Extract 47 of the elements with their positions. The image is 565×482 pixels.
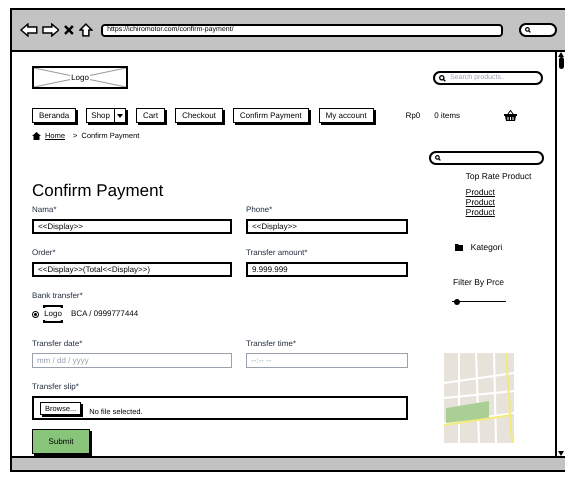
category-label: Kategori: [470, 241, 502, 254]
folder-icon: [454, 244, 463, 251]
field-label: Transfer time*: [246, 338, 296, 350]
slider-thumb[interactable]: [454, 298, 460, 304]
close-icon[interactable]: [63, 24, 76, 36]
bank-account-label: BCA / 0999777444: [71, 308, 138, 320]
sidebar-heading: Top Rate Product: [466, 170, 532, 183]
input-field[interactable]: 9.999.999: [246, 262, 408, 278]
nav-dropdown[interactable]: Shop: [86, 108, 126, 123]
field-label: Transfer date*: [32, 338, 82, 350]
search-icon: [439, 74, 446, 82]
sidebar-heading: Filter By Prce: [452, 276, 504, 288]
cart-items: 0 items: [434, 110, 460, 122]
home-icon[interactable]: [32, 132, 41, 140]
input-field[interactable]: <<Display>>: [32, 219, 232, 234]
back-icon[interactable]: [20, 23, 38, 37]
search-icon: [525, 27, 532, 33]
page-title: Confirm Payment: [32, 181, 164, 202]
logo-label: Logo: [70, 72, 90, 84]
caret-icon: [116, 114, 123, 118]
browser-search-field[interactable]: [519, 23, 557, 37]
input-field[interactable]: <<Display>>: [246, 219, 408, 234]
nav-button[interactable]: Confirm Payment: [232, 108, 309, 123]
cart-total: Rp0: [406, 110, 420, 122]
field-label: Phone*: [246, 204, 272, 216]
field-label: Nama*: [32, 204, 56, 216]
nav-button[interactable]: Beranda: [32, 108, 76, 123]
product-link[interactable]: Product: [466, 197, 495, 207]
nav-button[interactable]: Cart: [136, 108, 166, 123]
nav-button[interactable]: My account: [318, 108, 374, 123]
input-field[interactable]: <<Display>>(Total<<Display>>): [32, 262, 232, 278]
sidebar-search-field[interactable]: [429, 151, 544, 166]
submit-button[interactable]: Submit: [32, 429, 90, 454]
forward-icon[interactable]: [42, 23, 60, 37]
field-label: Transfer amount*: [246, 247, 308, 260]
home-icon[interactable]: [79, 23, 94, 37]
radio-button[interactable]: [32, 310, 39, 318]
product-link[interactable]: Product: [466, 187, 495, 197]
nav-button[interactable]: Checkout: [175, 108, 223, 123]
logo-label: Logo: [43, 308, 63, 320]
field-label: Transfer slip*: [32, 381, 79, 394]
basket-icon[interactable]: [504, 110, 518, 121]
product-link[interactable]: Product: [466, 207, 495, 217]
search-icon: [435, 155, 441, 162]
field-label: Order*: [32, 247, 56, 260]
field-label: Bank transfer*: [32, 290, 83, 302]
price-slider[interactable]: [452, 298, 506, 304]
